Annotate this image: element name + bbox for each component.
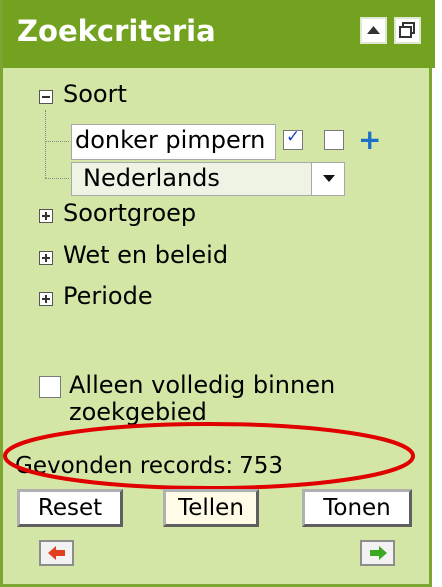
language-select[interactable]: Nederlands: [71, 162, 345, 196]
only-within-area-label: Alleen volledig binnen zoekgebied: [69, 371, 336, 426]
species-option-checkbox-2[interactable]: [324, 130, 344, 150]
soortgroep-expand-toggle[interactable]: [39, 209, 53, 223]
tree-item-periode[interactable]: Periode: [63, 282, 153, 310]
species-option-checkbox-1[interactable]: [283, 127, 303, 150]
panel-title: Zoekcriteria: [17, 14, 216, 48]
chevron-down-icon[interactable]: [311, 163, 344, 195]
language-select-value: Nederlands: [83, 164, 220, 192]
plus-add-icon[interactable]: +: [358, 126, 381, 154]
collapse-up-icon[interactable]: [360, 17, 387, 44]
species-name-input[interactable]: donker pimpern: [71, 124, 276, 160]
next-button[interactable]: [360, 540, 395, 566]
tree-connector: [45, 178, 69, 179]
tree-item-soortgroep[interactable]: Soortgroep: [63, 199, 196, 227]
tree-connector: [45, 141, 69, 142]
previous-button[interactable]: [39, 540, 74, 566]
tree-connector: [45, 110, 46, 178]
restore-window-icon[interactable]: [394, 17, 421, 44]
red-arrow-left-icon: [48, 546, 65, 560]
soort-collapse-toggle[interactable]: [39, 90, 53, 104]
highlight-ellipse: [3, 422, 415, 490]
tree-item-soort[interactable]: Soort: [63, 80, 127, 108]
wet-beleid-expand-toggle[interactable]: [39, 251, 53, 265]
tree-item-wet-en-beleid[interactable]: Wet en beleid: [63, 241, 228, 269]
reset-button[interactable]: Reset: [17, 489, 123, 527]
periode-expand-toggle[interactable]: [39, 292, 53, 306]
green-arrow-right-icon: [370, 546, 387, 560]
only-within-area-checkbox[interactable]: [39, 376, 61, 398]
tellen-button[interactable]: Tellen: [163, 489, 259, 527]
search-criteria-panel: Zoekcriteria Soort donker pimpern + Nede…: [0, 0, 435, 587]
tonen-button[interactable]: Tonen: [302, 489, 412, 527]
panel-header: Zoekcriteria: [3, 0, 435, 68]
